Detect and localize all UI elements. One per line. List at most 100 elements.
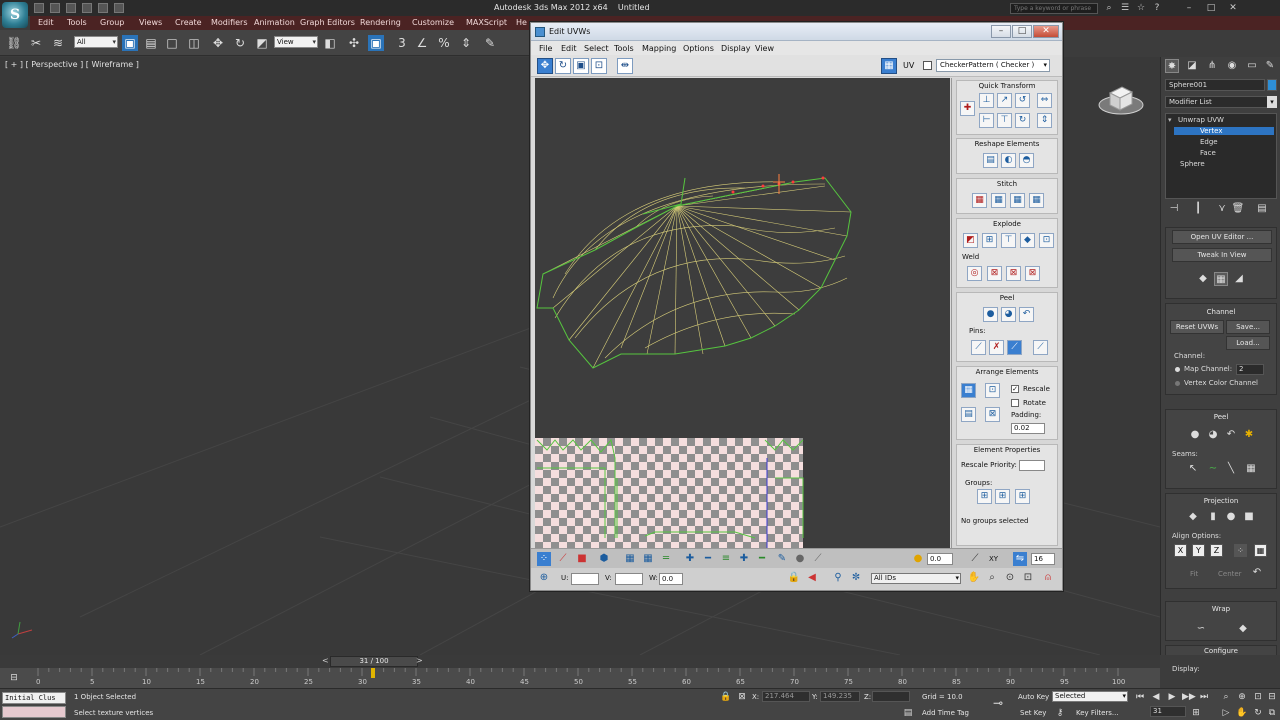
align-to-view-button[interactable]: ▦ xyxy=(1254,544,1267,557)
transform-center-icon[interactable]: ✚ xyxy=(960,101,975,116)
pan-icon[interactable]: ✋ xyxy=(967,571,981,585)
key-icon[interactable]: ⚷ xyxy=(1054,707,1066,719)
hierarchy-tab-icon[interactable]: ⋔ xyxy=(1205,59,1219,73)
uv-axis-label[interactable]: UV xyxy=(903,61,914,70)
hide-icon[interactable]: ◀ xyxy=(805,571,819,585)
pack-together-icon[interactable]: ⊡ xyxy=(985,383,1000,398)
weld-all-icon[interactable]: ⊠ xyxy=(1006,266,1021,281)
load-uvws-button[interactable]: Load... xyxy=(1226,336,1270,350)
pivot-center-icon[interactable]: ◧ xyxy=(322,35,338,51)
uv-freeform-icon[interactable]: ⊡ xyxy=(591,58,607,74)
current-frame-field[interactable]: 31 xyxy=(1150,706,1186,717)
configure-title[interactable]: Configure xyxy=(1166,647,1276,655)
quick-map-settings-icon[interactable]: ◢ xyxy=(1232,272,1246,286)
maxscript-output[interactable] xyxy=(2,706,66,718)
menu-edit[interactable]: Edit xyxy=(38,18,54,27)
weld-target-icon[interactable]: ◎ xyxy=(967,266,982,281)
menu-group[interactable]: Group xyxy=(100,18,124,27)
space-vertical-icon[interactable]: ⇕ xyxy=(1037,113,1052,128)
select-pinned-icon[interactable]: ⟋ xyxy=(1033,340,1048,355)
edit-uvws-titlebar[interactable] xyxy=(531,23,1062,41)
angle-snap-icon[interactable]: ∠ xyxy=(414,35,430,51)
zoom-icon[interactable]: ⌕ xyxy=(985,571,999,585)
falloff-icon[interactable]: ⟋ xyxy=(968,552,982,566)
uv-editor-canvas[interactable] xyxy=(535,78,950,548)
map-channel-radio[interactable] xyxy=(1175,367,1180,372)
stitch-to-target-icon[interactable]: ▦ xyxy=(972,193,987,208)
uv-move-icon[interactable]: ✥ xyxy=(537,58,553,74)
spline-map-icon[interactable]: ∽ xyxy=(1194,622,1208,636)
padding-spinner[interactable]: 0.02 xyxy=(1011,423,1045,434)
stitch-title[interactable]: Stitch xyxy=(957,180,1057,188)
reset-peel-icon[interactable]: ↶ xyxy=(1019,307,1034,322)
grow-select-icon[interactable]: ▦ xyxy=(623,552,637,566)
rotate-icon[interactable]: ↻ xyxy=(232,35,248,51)
pack-normalize-icon[interactable]: ▦ xyxy=(961,383,976,398)
best-align-button[interactable]: ⁘ xyxy=(1234,544,1247,557)
save-uvws-button[interactable]: Save... xyxy=(1226,320,1270,334)
rotate-checkbox[interactable] xyxy=(1011,399,1019,407)
soft-select-spinner[interactable]: 0.0 xyxy=(927,553,953,565)
channel-title[interactable]: Channel xyxy=(1166,308,1276,316)
maximize-viewport-icon[interactable]: ⧉ xyxy=(1266,707,1278,719)
peel-panel-title[interactable]: Peel xyxy=(1166,413,1276,421)
auto-key-button[interactable]: Auto Key xyxy=(1018,693,1049,701)
relax-icon[interactable]: ◐ xyxy=(1001,153,1016,168)
show-end-result-icon[interactable]: ┃ xyxy=(1191,202,1205,216)
edit-seams-icon[interactable]: ↖ xyxy=(1186,462,1200,476)
w-spinner[interactable]: 0.0 xyxy=(659,573,683,585)
reset-projection-icon[interactable]: ↶ xyxy=(1250,566,1264,580)
rescale-checkbox[interactable]: ✓ xyxy=(1011,385,1019,393)
snap-toggle-icon[interactable]: 3 xyxy=(394,35,410,51)
make-unique-icon[interactable]: ⋎ xyxy=(1215,202,1229,216)
peel-reset-icon[interactable]: ↶ xyxy=(1224,428,1238,442)
xy-axis-label[interactable]: XY xyxy=(989,555,998,563)
detach-icon[interactable]: ⊤ xyxy=(1001,233,1016,248)
uvw-menu-edit[interactable]: Edit xyxy=(561,44,577,53)
spinner-snap-icon[interactable]: ⇕ xyxy=(458,35,474,51)
move-icon[interactable]: ✥ xyxy=(210,35,226,51)
freeze-icon[interactable]: ⚲ xyxy=(831,571,845,585)
pack-custom-icon[interactable]: ▤ xyxy=(961,407,976,422)
peel-quick-icon[interactable]: ● xyxy=(1188,428,1202,442)
stack-item-vertex[interactable]: Vertex xyxy=(1174,127,1274,135)
break-icon[interactable]: ◩ xyxy=(963,233,978,248)
relax-settings-icon[interactable]: ◓ xyxy=(1019,153,1034,168)
element-select-icon[interactable]: ⬢ xyxy=(597,552,611,566)
configure-modifier-sets-icon[interactable]: ▤ xyxy=(1255,202,1269,216)
help-icon[interactable]: ? xyxy=(1152,3,1162,13)
quick-planar-icon[interactable]: ◆ xyxy=(1196,272,1210,286)
uvw-menu-mapping[interactable]: Mapping xyxy=(642,44,676,53)
menu-customize[interactable]: Customize xyxy=(412,18,454,27)
u-spinner[interactable] xyxy=(571,573,599,585)
mini-curve-editor-icon[interactable]: ⊟ xyxy=(8,672,20,684)
uv-mesh-svg[interactable] xyxy=(535,78,950,548)
tweak-in-view-button[interactable]: Tweak In View xyxy=(1172,248,1272,262)
edge-select-icon[interactable]: ⟋ xyxy=(556,552,570,566)
stack-item-unwrap-uvw[interactable]: Unwrap UVW xyxy=(1178,116,1224,124)
rescale-priority-spinner[interactable] xyxy=(1019,460,1045,471)
prev-frame-icon[interactable]: ◀ xyxy=(1150,691,1162,703)
stitch-to-average-icon[interactable]: ▦ xyxy=(991,193,1006,208)
open-file-icon[interactable] xyxy=(50,3,60,13)
align-to-edge-icon[interactable]: ⊢ xyxy=(979,113,994,128)
vertex-color-channel-radio[interactable] xyxy=(1175,381,1180,386)
reference-coord-dropdown[interactable]: View xyxy=(274,36,318,48)
loop-grow-icon[interactable]: ≡ xyxy=(719,552,733,566)
unpin-icon[interactable]: ✗ xyxy=(989,340,1004,355)
x-coord-field[interactable]: 217.464 xyxy=(762,691,810,702)
projection-title[interactable]: Projection xyxy=(1166,497,1276,505)
time-slider-track[interactable] xyxy=(0,655,1160,668)
scale-icon[interactable]: ◩ xyxy=(254,35,270,51)
display-tab-icon[interactable]: ▭ xyxy=(1245,59,1259,73)
menu-animation[interactable]: Animation xyxy=(254,18,295,27)
shrink-select-icon[interactable]: ▦ xyxy=(641,552,655,566)
rotate-90-ccw-icon[interactable]: ↺ xyxy=(1015,93,1030,108)
maxscript-listener-input[interactable]: Initial Clus xyxy=(2,692,66,704)
peel-pin-icon[interactable]: ✱ xyxy=(1242,428,1256,442)
zoom-extents-icon[interactable]: ⊡ xyxy=(1021,571,1035,585)
time-prev-button[interactable]: < xyxy=(322,656,329,665)
align-x-button[interactable]: X xyxy=(1174,544,1187,557)
window-crossing-icon[interactable]: ◫ xyxy=(186,35,202,51)
uvw-menu-file[interactable]: File xyxy=(539,44,552,53)
